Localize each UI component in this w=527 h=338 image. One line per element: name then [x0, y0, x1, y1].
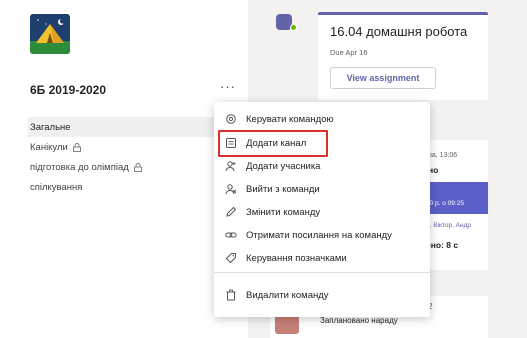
add-person-icon	[225, 161, 236, 172]
menu-item-label: Керувати командою	[246, 113, 334, 125]
add-channel-icon	[226, 138, 236, 148]
channel-label: підготовка до олімпіад	[30, 161, 129, 173]
menu-item-label: Змінити команду	[246, 206, 321, 218]
menu-item-get-link[interactable]: Отримати посилання на команду	[214, 224, 430, 246]
menu-item-label: Керування позначками	[246, 252, 347, 264]
menu-item-manage-tags[interactable]: Керування позначками	[214, 247, 430, 269]
lock-icon	[72, 142, 81, 152]
team-name: 6Б 2019-2020	[30, 83, 107, 97]
channel-label: спілкування	[30, 181, 83, 193]
channel-label: Загальне	[30, 121, 71, 133]
tent-camping-icon	[30, 14, 70, 54]
menu-item-label: Додати канал	[246, 137, 307, 149]
menu-item-edit-team[interactable]: Змінити команду	[214, 201, 430, 223]
post-timestamp: ра, 13:06	[428, 152, 458, 159]
link-icon	[225, 232, 237, 238]
menu-item-label: Отримати посилання на команду	[246, 229, 392, 241]
menu-item-label: Додати учасника	[246, 160, 321, 172]
lock-icon	[133, 162, 142, 172]
menu-item-add-member[interactable]: Додати учасника	[214, 155, 430, 177]
presence-dot	[290, 24, 297, 31]
meeting-time: 20 р. о 09:25	[426, 200, 464, 207]
participants-list[interactable]: и, Віктор, Андр	[426, 222, 471, 229]
menu-item-add-channel[interactable]: Додати канал	[214, 132, 430, 154]
assignment-title: 16.04 домашня робота	[330, 24, 468, 39]
menu-item-manage-team[interactable]: Керувати командою	[214, 108, 430, 130]
menu-item-label: Вийти з команди	[246, 183, 320, 195]
leave-team-icon	[225, 184, 237, 195]
assignment-card: 16.04 домашня робота Due Apr 16 View ass…	[318, 12, 488, 100]
team-panel: 6Б 2019-2020 ··· Загальне Канікули підго…	[0, 0, 248, 338]
team-context-menu: Керувати командою Додати канал Додати уч…	[214, 102, 430, 317]
tag-icon	[225, 253, 236, 264]
view-assignment-button[interactable]: View assignment	[330, 67, 436, 89]
meeting-scheduled-text: Заплановано нараду	[320, 316, 398, 325]
channel-label: Канікули	[30, 141, 68, 153]
menu-divider	[214, 272, 430, 273]
assignment-due-date: Due Apr 16	[330, 48, 368, 57]
menu-item-label: Видалити команду	[246, 289, 329, 301]
menu-item-delete-team[interactable]: Видалити команду	[214, 284, 430, 306]
pencil-icon	[226, 206, 237, 217]
more-options-button[interactable]: ···	[219, 80, 237, 96]
team-avatar[interactable]	[30, 14, 70, 54]
participant-count: ено: 8 с	[426, 240, 459, 250]
gear-icon	[226, 114, 236, 124]
trash-icon	[226, 289, 236, 301]
menu-item-leave-team[interactable]: Вийти з команди	[214, 178, 430, 200]
